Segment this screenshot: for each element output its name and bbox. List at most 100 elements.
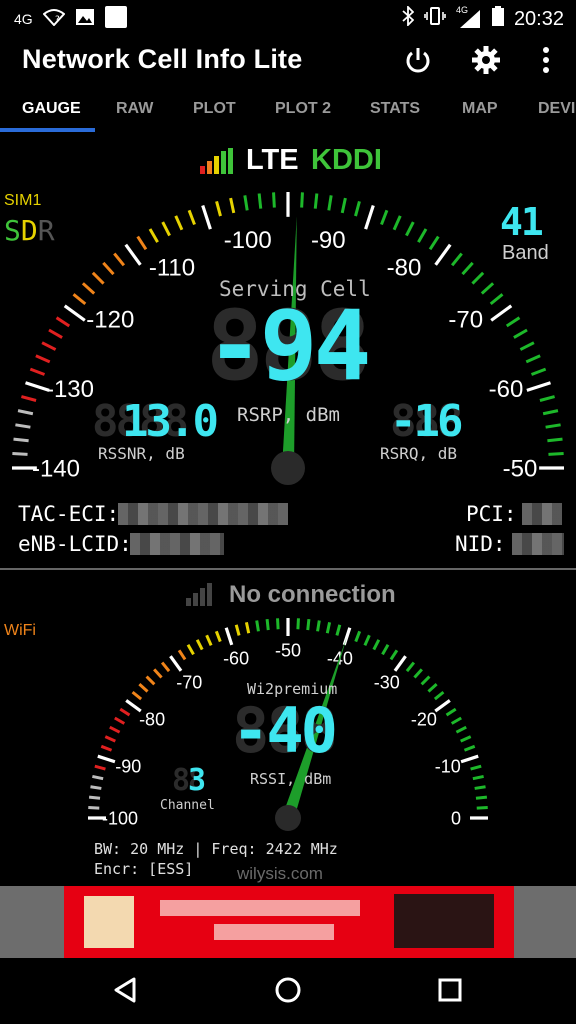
wifi-gauge-tick (460, 735, 472, 743)
cell-gauge-scale-label: -120 (86, 306, 134, 333)
cell-gauge-tick (174, 215, 184, 231)
nid-redacted (512, 533, 564, 555)
cell-gauge-tick (29, 367, 46, 376)
cell-gauge-tick (48, 328, 63, 339)
wifi-gauge-tick (205, 634, 213, 646)
pci-redacted (522, 503, 562, 525)
wifi-gauge-tick (224, 627, 234, 646)
recents-icon[interactable] (438, 978, 462, 1007)
ad-banner[interactable] (64, 886, 514, 958)
wifi-gauge-scale-label: -100 (102, 808, 138, 828)
wifi-gauge-tick (335, 624, 342, 636)
cell-gauge-scale-label: -80 (387, 254, 422, 281)
cell-gauge-tick (392, 215, 402, 231)
wifi-gauge-scale-label: -80 (139, 710, 165, 730)
rsrq-value: -16 (390, 396, 464, 447)
wifi-gauge-scale-label: -90 (115, 756, 141, 776)
cell-gauge-tick (55, 316, 71, 328)
section-divider (0, 568, 576, 570)
wifi-gauge-tick (306, 618, 311, 631)
sdr-d: D (20, 214, 38, 247)
cell-gauge-tick (489, 293, 504, 306)
wifi-gauge-tick (276, 618, 280, 630)
wifi-gauge-tick (474, 785, 486, 790)
cell-gauge-tick (161, 221, 171, 237)
wifi-gauge-tick (460, 754, 479, 764)
wifi-gauge-tick (109, 725, 121, 734)
wifi-gauge-tick (94, 764, 106, 771)
ad-cta-button[interactable] (394, 894, 494, 948)
cell-gauge-tick (450, 252, 463, 267)
wifi-gauge-tick (186, 644, 195, 656)
ad-text-line-2 (214, 924, 334, 940)
wifi-gauge-tick (372, 639, 381, 651)
wifi-gauge-tick (316, 620, 321, 632)
cell-signal-bars-icon (200, 148, 234, 179)
wifi-gauge-tick (104, 735, 116, 743)
wifi-gauge-hub (275, 805, 301, 831)
cell-gauge-tick (17, 409, 34, 416)
cell-gauge-tick (124, 243, 142, 266)
rssnr-value: 13.0 (122, 396, 219, 447)
band-value: 41 (500, 200, 544, 244)
cell-gauge-tick (480, 282, 495, 295)
cell-gauge-tick (471, 271, 485, 285)
nid-label: NID: (455, 532, 506, 556)
cell-gauge-tick (72, 293, 87, 306)
cell-gauge-tick (542, 409, 559, 416)
cell-gauge-tick (13, 437, 29, 443)
cell-gauge-tick (35, 354, 51, 364)
wifi-gauge-tick (138, 683, 149, 693)
cell-gauge-tick (405, 221, 415, 237)
cell-gauge-tick (215, 201, 222, 217)
cell-gauge-scale-label: -140 (32, 455, 80, 482)
pci-label: PCI: (466, 502, 517, 526)
rsrp-value: -94 (206, 290, 371, 402)
wifi-gauge-tick (434, 699, 451, 713)
back-icon[interactable] (112, 976, 138, 1009)
cell-gauge-tick (513, 328, 528, 339)
sdr-s: S (4, 214, 21, 247)
home-icon[interactable] (274, 976, 302, 1009)
wifi-label: WiFi (4, 622, 36, 639)
cell-gauge-tick (300, 192, 304, 208)
cell-gauge-tick (257, 193, 263, 209)
channel-label: Channel (160, 798, 215, 813)
cell-gauge-hub (271, 451, 305, 485)
wifi-gauge-tick (114, 716, 126, 725)
enb-lcid-redacted (130, 533, 224, 555)
wifi-gauge-tick (363, 634, 371, 646)
cell-gauge-tick (490, 304, 513, 322)
wifi-gauge-tick (476, 806, 488, 810)
wifi-gauge-tick (160, 661, 171, 673)
wifi-gauge-tick (153, 668, 163, 679)
cell-gauge-scale-label: -50 (503, 455, 538, 482)
wifi-gauge-tick (472, 774, 484, 781)
wifi-gauge-tick (325, 622, 332, 634)
cell-gauge-tick (530, 367, 547, 376)
wifi-gauge-tick (145, 675, 156, 686)
cell-gauge-tick (15, 423, 31, 429)
cell-gauge-tick (272, 192, 276, 208)
cell-gauge-tick (102, 261, 115, 276)
cell-gauge-tick (201, 205, 212, 230)
enb-lcid-label: eNB-LCID: (18, 532, 132, 556)
wifi-gauge-scale-label: 0 (451, 808, 461, 828)
wifi-gauge-tick (470, 764, 482, 771)
wifi-gauge-tick (381, 644, 390, 656)
wifi-gauge-tick (405, 661, 416, 673)
system-navigation-bar (0, 958, 576, 1024)
wifi-gauge-tick (265, 618, 270, 631)
cell-gauge-tick (327, 195, 333, 211)
cell-gauge-scale-label: -130 (46, 376, 94, 403)
cell-gauge-tick (313, 193, 319, 209)
wifi-gauge-tick (131, 690, 143, 701)
wifi-gauge-tick (445, 707, 457, 717)
cell-gauge-tick (519, 341, 535, 351)
wifi-gauge-scale-label: -20 (411, 710, 437, 730)
ad-banner-area[interactable] (0, 886, 576, 958)
sdr-r: R (37, 214, 55, 247)
sim-label: SIM1 (4, 192, 42, 209)
cell-gauge-tick (91, 271, 105, 285)
cell-gauge-scale-label: -100 (224, 227, 272, 254)
